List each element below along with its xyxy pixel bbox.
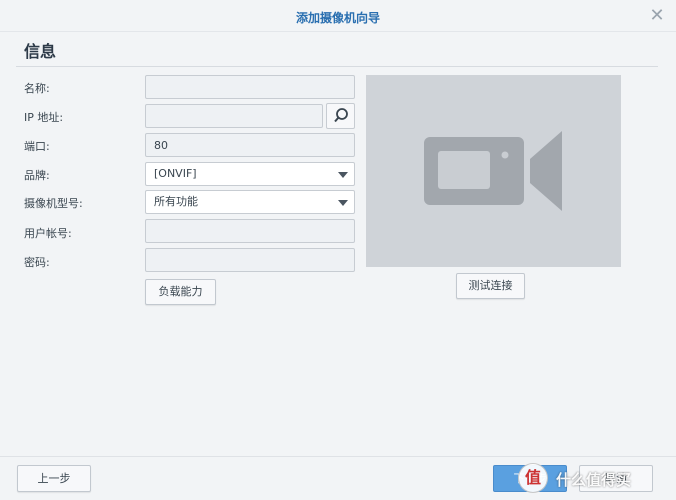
title-bar: 添加摄像机向导 ✕ bbox=[0, 0, 676, 32]
section-title: 信息 bbox=[24, 42, 57, 61]
dialog-title: 添加摄像机向导 bbox=[295, 11, 380, 25]
name-input[interactable] bbox=[145, 75, 355, 99]
test-connection-button[interactable]: 测试连接 bbox=[456, 273, 525, 299]
camera-preview bbox=[366, 75, 621, 267]
password-label: 密码: bbox=[24, 256, 50, 269]
port-label: 端口: bbox=[24, 140, 50, 153]
section-divider bbox=[16, 66, 658, 67]
search-button[interactable] bbox=[326, 103, 355, 129]
video-camera-icon bbox=[424, 131, 562, 211]
camera-model-select-value: 所有功能 bbox=[154, 195, 198, 208]
next-button[interactable]: 下一步 bbox=[493, 465, 567, 492]
name-label: 名称: bbox=[24, 82, 50, 95]
cancel-button[interactable]: 取消 bbox=[579, 465, 653, 492]
password-input[interactable] bbox=[145, 248, 355, 272]
search-icon bbox=[334, 108, 348, 123]
brand-select-value: [ONVIF] bbox=[154, 167, 197, 180]
ip-label: IP 地址: bbox=[24, 111, 64, 124]
camera-model-select[interactable]: 所有功能 bbox=[145, 190, 355, 214]
port-input[interactable] bbox=[145, 133, 355, 157]
username-input[interactable] bbox=[145, 219, 355, 243]
chevron-down-icon bbox=[338, 172, 348, 178]
brand-select[interactable]: [ONVIF] bbox=[145, 162, 355, 186]
back-button[interactable]: 上一步 bbox=[17, 465, 91, 492]
username-label: 用户帐号: bbox=[24, 227, 72, 240]
model-label: 摄像机型号: bbox=[24, 197, 83, 210]
close-icon[interactable]: ✕ bbox=[648, 7, 666, 25]
ip-address-input[interactable] bbox=[145, 104, 323, 128]
chevron-down-icon bbox=[338, 200, 348, 206]
brand-label: 品牌: bbox=[24, 169, 50, 182]
footer-divider bbox=[0, 456, 676, 457]
capability-button[interactable]: 负载能力 bbox=[145, 279, 216, 305]
